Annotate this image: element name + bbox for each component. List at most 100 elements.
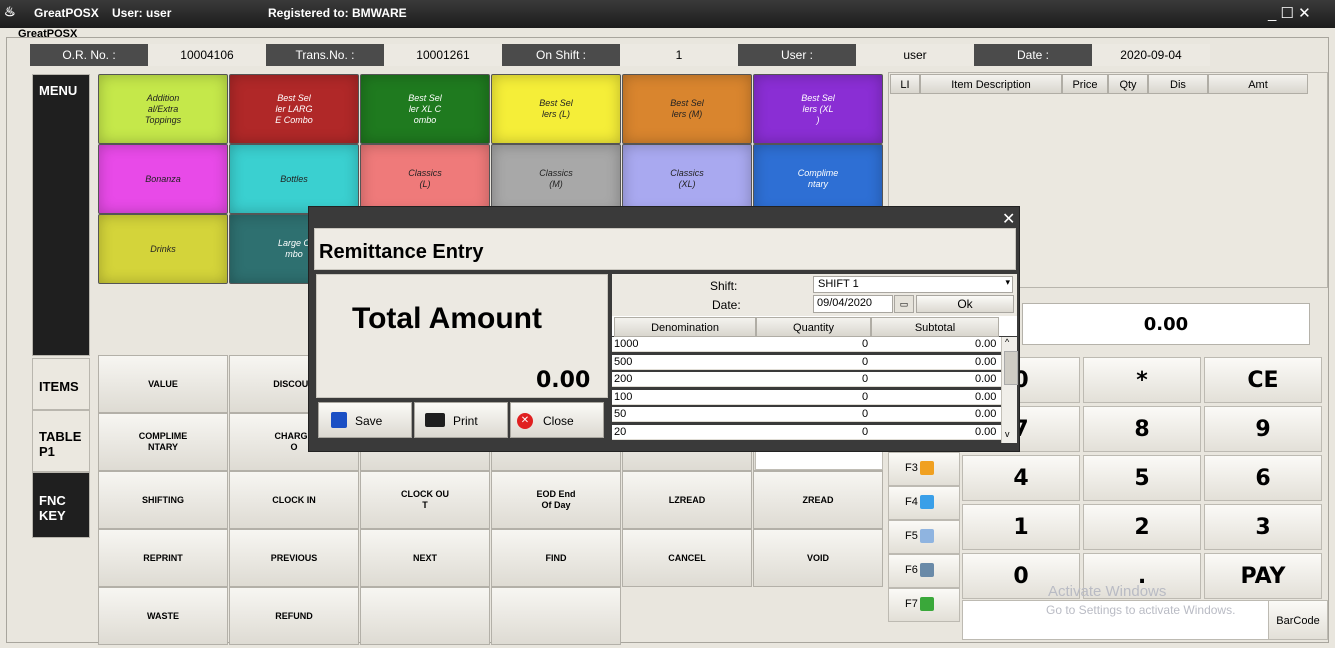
function-button[interactable]: LZREAD — [622, 471, 752, 529]
subtotal-cell: 0.00 — [975, 408, 997, 421]
denomination-row[interactable]: 100 0 0.00 — [612, 389, 1017, 405]
f7-key[interactable]: F7 — [888, 588, 960, 622]
col-subtotal: Subtotal — [871, 317, 999, 337]
quantity-cell[interactable]: 0 — [862, 372, 868, 387]
function-button[interactable]: COMPLIME NTARY — [98, 413, 228, 471]
menu-category-tile[interactable]: Best Sel lers (M) — [622, 74, 752, 144]
quantity-cell[interactable]: 0 — [862, 425, 868, 440]
scroll-down-icon[interactable]: v — [1005, 429, 1010, 439]
function-button[interactable]: FIND — [491, 529, 621, 587]
function-button[interactable]: NEXT — [360, 529, 490, 587]
trans-no-value: 10001261 — [384, 44, 502, 66]
printer-icon — [425, 413, 445, 427]
titlebar-user: User: user — [112, 6, 172, 20]
subtotal-cell: 0.00 — [975, 338, 997, 350]
subtotal-cell: 0.00 — [975, 373, 997, 386]
function-button[interactable] — [360, 587, 490, 645]
chevron-down-icon: ▾ — [1005, 277, 1010, 287]
denomination-row[interactable]: 200 0 0.00 — [612, 372, 1017, 388]
save-button[interactable]: Save — [318, 402, 412, 438]
keypad-key[interactable]: 8 — [1083, 406, 1201, 452]
keypad-key[interactable]: 9 — [1204, 406, 1322, 452]
col-denomination: Denomination — [614, 317, 756, 337]
function-button[interactable]: VALUE — [98, 355, 228, 413]
denomination-cell: 200 — [614, 373, 633, 386]
menu-category-tile[interactable]: Addition al/Extra Toppings — [98, 74, 228, 144]
f4-key[interactable]: F4 — [888, 486, 960, 520]
keypad-key[interactable]: 5 — [1083, 455, 1201, 501]
date-label: Date : — [974, 44, 1092, 66]
denomination-cell: 50 — [614, 408, 627, 421]
function-button[interactable]: REPRINT — [98, 529, 228, 587]
function-button[interactable]: CLOCK IN — [229, 471, 359, 529]
quantity-cell[interactable]: 0 — [862, 355, 868, 370]
menu-category-tile[interactable]: Complime ntary — [753, 144, 883, 214]
menu-category-tile[interactable]: Best Sel lers (L) — [491, 74, 621, 144]
function-button[interactable]: WASTE — [98, 587, 228, 645]
keypad-key[interactable]: 1 — [962, 504, 1080, 550]
function-button[interactable]: REFUND — [229, 587, 359, 645]
function-button[interactable]: PREVIOUS — [229, 529, 359, 587]
dialog-close-icon[interactable]: ✕ — [1002, 209, 1018, 228]
close-icon: ✕ — [517, 413, 533, 429]
function-button[interactable]: VOID — [753, 529, 883, 587]
quantity-cell[interactable]: 0 — [862, 390, 868, 405]
keypad-key[interactable]: 6 — [1204, 455, 1322, 501]
barcode-button[interactable]: BarCode — [1268, 600, 1328, 640]
tab-table[interactable]: TABLE P1 — [32, 410, 90, 472]
menu-category-tile[interactable]: Classics (XL) — [622, 144, 752, 214]
grid-scrollbar[interactable]: ^ v — [1001, 337, 1018, 443]
titlebar-registered: Registered to: BMWARE — [268, 6, 407, 20]
keypad-key[interactable]: * — [1083, 357, 1201, 403]
tab-menu[interactable]: MENU — [32, 74, 90, 356]
denomination-row[interactable]: 20 0 0.00 — [612, 425, 1017, 440]
menu-category-tile[interactable]: Bonanza — [98, 144, 228, 214]
quantity-cell[interactable]: 0 — [862, 407, 868, 422]
date-label: Date: — [712, 298, 741, 312]
keypad-key[interactable]: 4 — [962, 455, 1080, 501]
function-button[interactable]: CANCEL — [622, 529, 752, 587]
shift-select[interactable]: SHIFT 1 ▾ — [813, 276, 1013, 293]
function-button[interactable] — [491, 587, 621, 645]
trans-no-label: Trans.No. : — [266, 44, 384, 66]
close-button[interactable]: ✕ Close — [510, 402, 604, 438]
function-button[interactable]: EOD End Of Day — [491, 471, 621, 529]
date-input[interactable]: 09/04/2020 — [813, 295, 893, 313]
menu-category-tile[interactable]: Best Sel ler LARG E Combo — [229, 74, 359, 144]
scrollbar-thumb[interactable] — [1004, 351, 1018, 385]
quantity-cell[interactable]: 0 — [862, 337, 868, 352]
function-button[interactable]: SHIFTING — [98, 471, 228, 529]
keypad-key[interactable]: CE — [1204, 357, 1322, 403]
f3-key[interactable]: F3 — [888, 452, 960, 486]
ok-button[interactable]: Ok — [916, 295, 1014, 313]
menu-category-tile[interactable]: Bottles — [229, 144, 359, 214]
keypad-key[interactable]: PAY — [1204, 553, 1322, 599]
menu-category-tile[interactable]: Best Sel lers (XL ) — [753, 74, 883, 144]
keypad-key[interactable]: 3 — [1204, 504, 1322, 550]
keypad-key[interactable]: 2 — [1083, 504, 1201, 550]
print-button[interactable]: Print — [414, 402, 508, 438]
denomination-row[interactable]: 50 0 0.00 — [612, 407, 1017, 423]
user-label: User : — [738, 44, 856, 66]
entry-field[interactable] — [755, 450, 883, 470]
scroll-up-icon[interactable]: ^ — [1005, 337, 1009, 347]
dialog-title: Remittance Entry — [314, 228, 1016, 270]
menu-category-tile[interactable]: Classics (L) — [360, 144, 490, 214]
col-li: LI — [890, 74, 920, 94]
tab-items[interactable]: ITEMS — [32, 358, 90, 410]
calendar-icon[interactable]: ▭ — [894, 295, 914, 313]
menu-category-tile[interactable]: Best Sel ler XL C ombo — [360, 74, 490, 144]
denomination-row[interactable]: 500 0 0.00 — [612, 354, 1017, 370]
denomination-row[interactable]: 1000 0 0.00 — [612, 337, 1017, 352]
window-controls[interactable]: _ ☐ ✕ — [1268, 4, 1311, 22]
menu-category-tile[interactable]: Drinks — [98, 214, 228, 284]
function-button[interactable]: CLOCK OU T — [360, 471, 490, 529]
f6-key[interactable]: F6 — [888, 554, 960, 588]
f5-key[interactable]: F5 — [888, 520, 960, 554]
function-button[interactable]: ZREAD — [753, 471, 883, 529]
activation-watermark-title: Activate Windows — [1048, 583, 1167, 600]
menu-category-tile[interactable]: Classics (M) — [491, 144, 621, 214]
tab-fnc-key[interactable]: FNC KEY — [32, 472, 90, 538]
shift-label: Shift: — [710, 279, 738, 293]
image-icon — [919, 563, 934, 577]
